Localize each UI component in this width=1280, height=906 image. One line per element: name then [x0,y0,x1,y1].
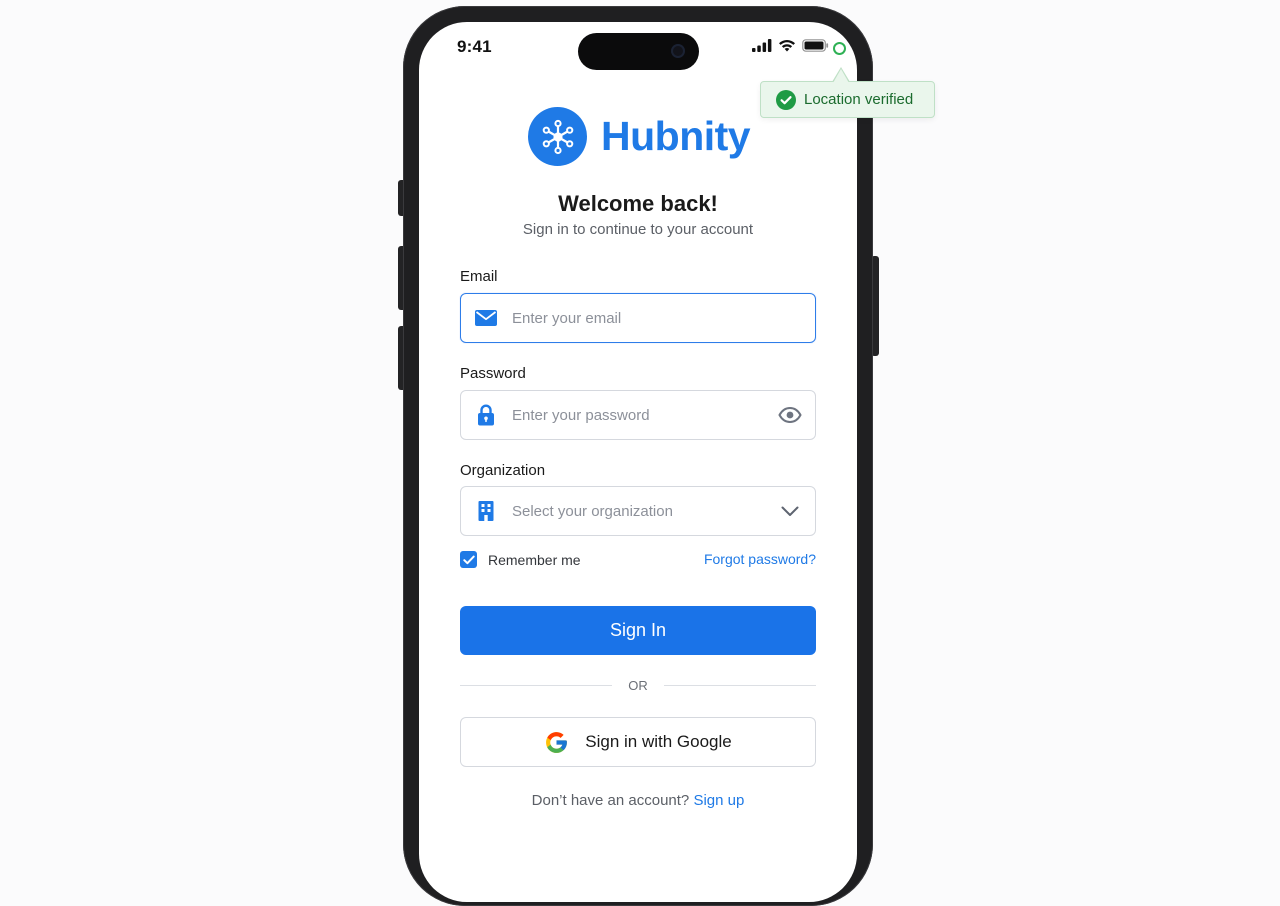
password-label: Password [460,365,526,382]
tooltip-text: Location verified [804,91,914,108]
location-verified-tooltip: Location verified [760,81,935,118]
wifi-icon [779,40,795,52]
sign-up-row: Don’t have an account? Sign up [419,792,857,809]
cellular-signal-icon [752,39,772,52]
status-time: 9:41 [457,37,492,56]
organization-label: Organization [460,462,546,479]
email-input[interactable] [512,309,815,327]
battery-icon [802,39,829,52]
building-icon [475,500,497,522]
status-icons [752,39,829,52]
page-title: Welcome back! [558,191,718,216]
check-circle-icon [776,89,796,110]
google-sign-in-button[interactable]: Sign in with Google [460,717,816,767]
network-hub-icon [528,107,587,166]
sign-up-prompt: Don’t have an account? [531,792,690,809]
location-indicator-icon [833,42,846,55]
lock-icon [475,404,497,426]
google-logo-icon [546,731,568,753]
organization-select-value: Select your organization [512,502,673,520]
google-sign-in-label: Sign in with Google [585,732,732,751]
divider-line-right [663,684,816,686]
dynamic-island [578,33,699,70]
tooltip-arrow-fill [833,69,849,83]
chevron-down-icon[interactable] [777,500,803,522]
page-subtitle: Sign in to continue to your account [522,221,754,238]
remember-me-checkbox[interactable] [460,551,477,568]
divider-line-left [460,684,613,686]
eye-icon[interactable] [777,404,803,426]
organization-select[interactable]: Select your organization [460,486,816,536]
front-camera-icon [671,44,685,58]
brand: Hubnity [528,107,751,166]
password-field[interactable] [460,390,816,440]
forgot-password-link[interactable]: Forgot password? [704,551,816,567]
remember-me-label[interactable]: Remember me [488,552,581,568]
sign-in-button[interactable]: Sign In [460,606,816,655]
remember-me[interactable]: Remember me [460,551,581,568]
mail-icon [475,307,497,329]
brand-name: Hubnity [601,113,751,159]
email-label: Email [460,268,498,285]
password-input[interactable] [512,406,777,424]
checkmark-icon [462,555,475,564]
email-field[interactable] [460,293,816,343]
or-divider: OR [460,676,816,694]
divider-text: OR [628,677,648,693]
sign-up-link[interactable]: Sign up [693,792,744,809]
